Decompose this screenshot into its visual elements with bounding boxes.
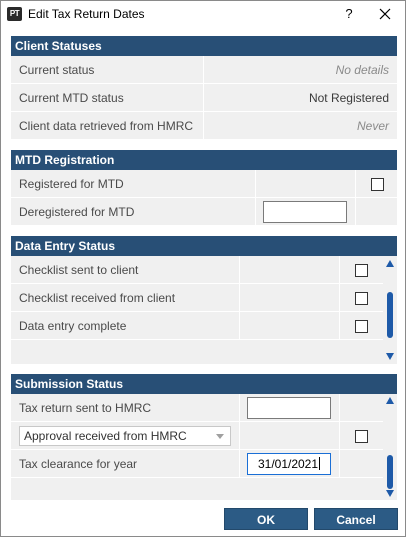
submission-row: Approval received from HMRC: [11, 422, 383, 450]
title-bar: PT Edit Tax Return Dates ?: [1, 1, 405, 27]
close-icon: [379, 8, 391, 20]
data-entry-row: Checklist received from client: [11, 284, 383, 312]
tax-return-sent-date-field[interactable]: [247, 397, 331, 419]
date-value: 31/01/2021: [257, 457, 319, 471]
client-statuses-section: Client Statuses Current status No detail…: [11, 36, 397, 140]
row-label: Tax clearance for year: [19, 457, 138, 471]
mtd-row: Deregistered for MTD: [11, 198, 397, 226]
data-entry-scrollbar[interactable]: [384, 258, 396, 362]
section-header: Submission Status: [11, 374, 397, 394]
submission-row: Tax clearance for year 31/01/2021: [11, 450, 383, 478]
edit-tax-return-dates-dialog: PT Edit Tax Return Dates ? Client Status…: [0, 0, 406, 537]
data-entry-complete-checkbox[interactable]: [355, 320, 368, 333]
scrollbar-thumb[interactable]: [387, 292, 393, 338]
row-label: Tax return sent to HMRC: [19, 401, 152, 415]
row-label: Current status: [19, 63, 95, 77]
submission-status-section: Submission Status Tax return sent to HMR…: [11, 374, 397, 500]
scrollbar-thumb[interactable]: [387, 455, 393, 489]
deregistered-date-field[interactable]: [263, 201, 347, 223]
tax-clearance-date-field[interactable]: 31/01/2021: [247, 453, 331, 475]
window-title: Edit Tax Return Dates: [28, 7, 145, 21]
checklist-sent-checkbox[interactable]: [355, 264, 368, 277]
scroll-down-icon[interactable]: [386, 490, 394, 497]
app-logo-icon: PT: [7, 7, 22, 21]
row-label: Checklist received from client: [19, 291, 176, 305]
approval-received-checkbox[interactable]: [355, 430, 368, 443]
text-caret: [319, 457, 321, 470]
scroll-up-icon[interactable]: [386, 397, 394, 404]
scroll-down-icon[interactable]: [386, 353, 394, 360]
checklist-received-checkbox[interactable]: [355, 292, 368, 305]
status-row: Client data retrieved from HMRC Never: [11, 112, 397, 140]
row-value: No details: [335, 63, 389, 77]
mtd-registration-section: MTD Registration Registered for MTD Dere…: [11, 150, 397, 226]
row-label: Deregistered for MTD: [19, 205, 135, 219]
help-button[interactable]: ?: [337, 4, 361, 24]
chevron-down-icon: [216, 434, 224, 439]
dropdown-selected-value: Approval received from HMRC: [24, 429, 187, 443]
row-label: Client data retrieved from HMRC: [19, 119, 194, 133]
section-header: Data Entry Status: [11, 236, 397, 256]
row-label: Data entry complete: [19, 319, 127, 333]
row-value: Not Registered: [308, 91, 389, 105]
status-row: Current MTD status Not Registered: [11, 84, 397, 112]
row-label: Registered for MTD: [19, 177, 124, 191]
close-button[interactable]: [373, 4, 397, 24]
approval-dropdown[interactable]: Approval received from HMRC: [19, 426, 231, 446]
cancel-button[interactable]: Cancel: [314, 508, 398, 530]
row-label: Current MTD status: [19, 91, 124, 105]
data-entry-row: Data entry complete: [11, 312, 383, 340]
registered-for-mtd-checkbox[interactable]: [371, 178, 384, 191]
section-header: Client Statuses: [11, 36, 397, 56]
status-row: Current status No details: [11, 56, 397, 84]
row-value: Never: [356, 119, 389, 133]
ok-button[interactable]: OK: [224, 508, 308, 530]
submission-scrollbar[interactable]: [384, 395, 396, 499]
data-entry-status-section: Data Entry Status Checklist sent to clie…: [11, 236, 397, 364]
submission-row: Tax return sent to HMRC: [11, 394, 383, 422]
row-label: Checklist sent to client: [19, 263, 139, 277]
scroll-up-icon[interactable]: [386, 260, 394, 267]
mtd-row: Registered for MTD: [11, 170, 397, 198]
data-entry-row: Checklist sent to client: [11, 256, 383, 284]
section-header: MTD Registration: [11, 150, 397, 170]
